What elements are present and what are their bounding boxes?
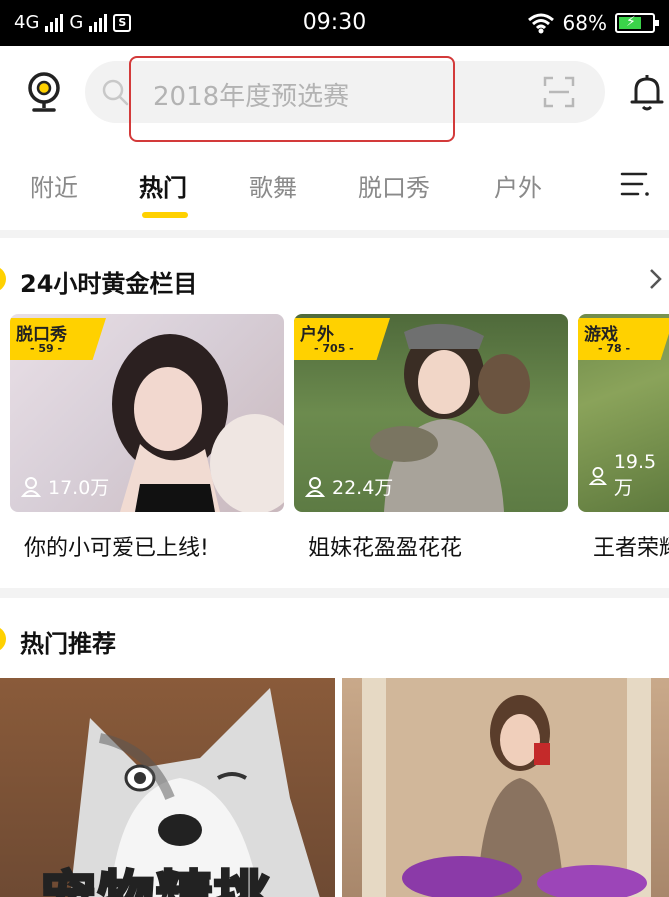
category-tabs: 附近 热门 歌舞 脱口秀 户外 [0,158,669,218]
category-badge: 户外 - 705 - [294,318,390,360]
hot-section-title: 热门推荐 [20,630,116,658]
battery-percent: 68% [562,11,607,35]
camera-icon[interactable] [26,72,62,112]
status-right: 68% ⚡ [527,11,659,35]
user-icon [20,476,42,497]
viewer-count: 17.0万 [20,473,109,500]
stream-card[interactable]: 户外 - 705 - 22.4万 [294,314,568,512]
stream-card[interactable]: 游戏 - 78 - 19.5万 [578,314,669,512]
tab-talk-show[interactable]: 脱口秀 [358,168,430,203]
badge-number: - 78 - [598,342,631,355]
badge-number: - 59 - [30,342,63,355]
tile-overlay-text: 宠物精挑 [39,853,272,897]
viewer-count: 19.5万 [588,451,669,500]
active-tab-indicator [142,212,188,218]
search-highlight-box [129,56,455,142]
tile-thumbnail [362,678,651,897]
wifi-icon [527,13,554,34]
stream-title[interactable]: 姐妹花盈盈花花 [308,530,462,562]
recommend-tile[interactable] [342,678,669,897]
tab-outdoor[interactable]: 户外 [494,168,542,203]
menu-icon[interactable] [620,169,650,199]
stream-title[interactable]: 你的小可爱已上线! [24,530,209,562]
chevron-right-icon[interactable] [648,268,662,290]
tab-song-dance[interactable]: 歌舞 [249,168,297,203]
battery-icon: ⚡ [615,13,659,33]
tab-hot[interactable]: 热门 [139,168,187,203]
scan-icon[interactable] [543,76,575,108]
bell-icon[interactable] [630,74,664,112]
category-badge: 游戏 - 78 - [578,318,669,360]
golden-section-title: 24小时黄金栏目 [20,270,198,298]
golden-section: 24小时黄金栏目 脱口秀 - 59 - 17.0万 户外 - 705 - 22.… [0,238,669,588]
hot-section: 热门推荐 宠物精挑 [0,598,669,897]
status-bar: 4G G S 09:30 68% ⚡ [0,0,669,46]
user-icon [588,466,607,485]
category-badge: 脱口秀 - 59 - [10,318,106,360]
search-icon [102,79,129,106]
recommend-tile[interactable]: 宠物精挑 [0,678,335,897]
section-marker [0,266,6,292]
stream-card[interactable]: 脱口秀 - 59 - 17.0万 [10,314,284,512]
viewer-count-text: 22.4万 [332,477,394,499]
viewer-count-text: 19.5万 [613,451,657,499]
user-icon [304,476,326,497]
section-marker [0,626,6,652]
stream-title[interactable]: 王者荣耀 [593,530,669,562]
viewer-count: 22.4万 [304,473,393,500]
viewer-count-text: 17.0万 [48,477,110,499]
badge-number: - 705 - [314,342,354,355]
tab-nearby[interactable]: 附近 [30,168,78,203]
